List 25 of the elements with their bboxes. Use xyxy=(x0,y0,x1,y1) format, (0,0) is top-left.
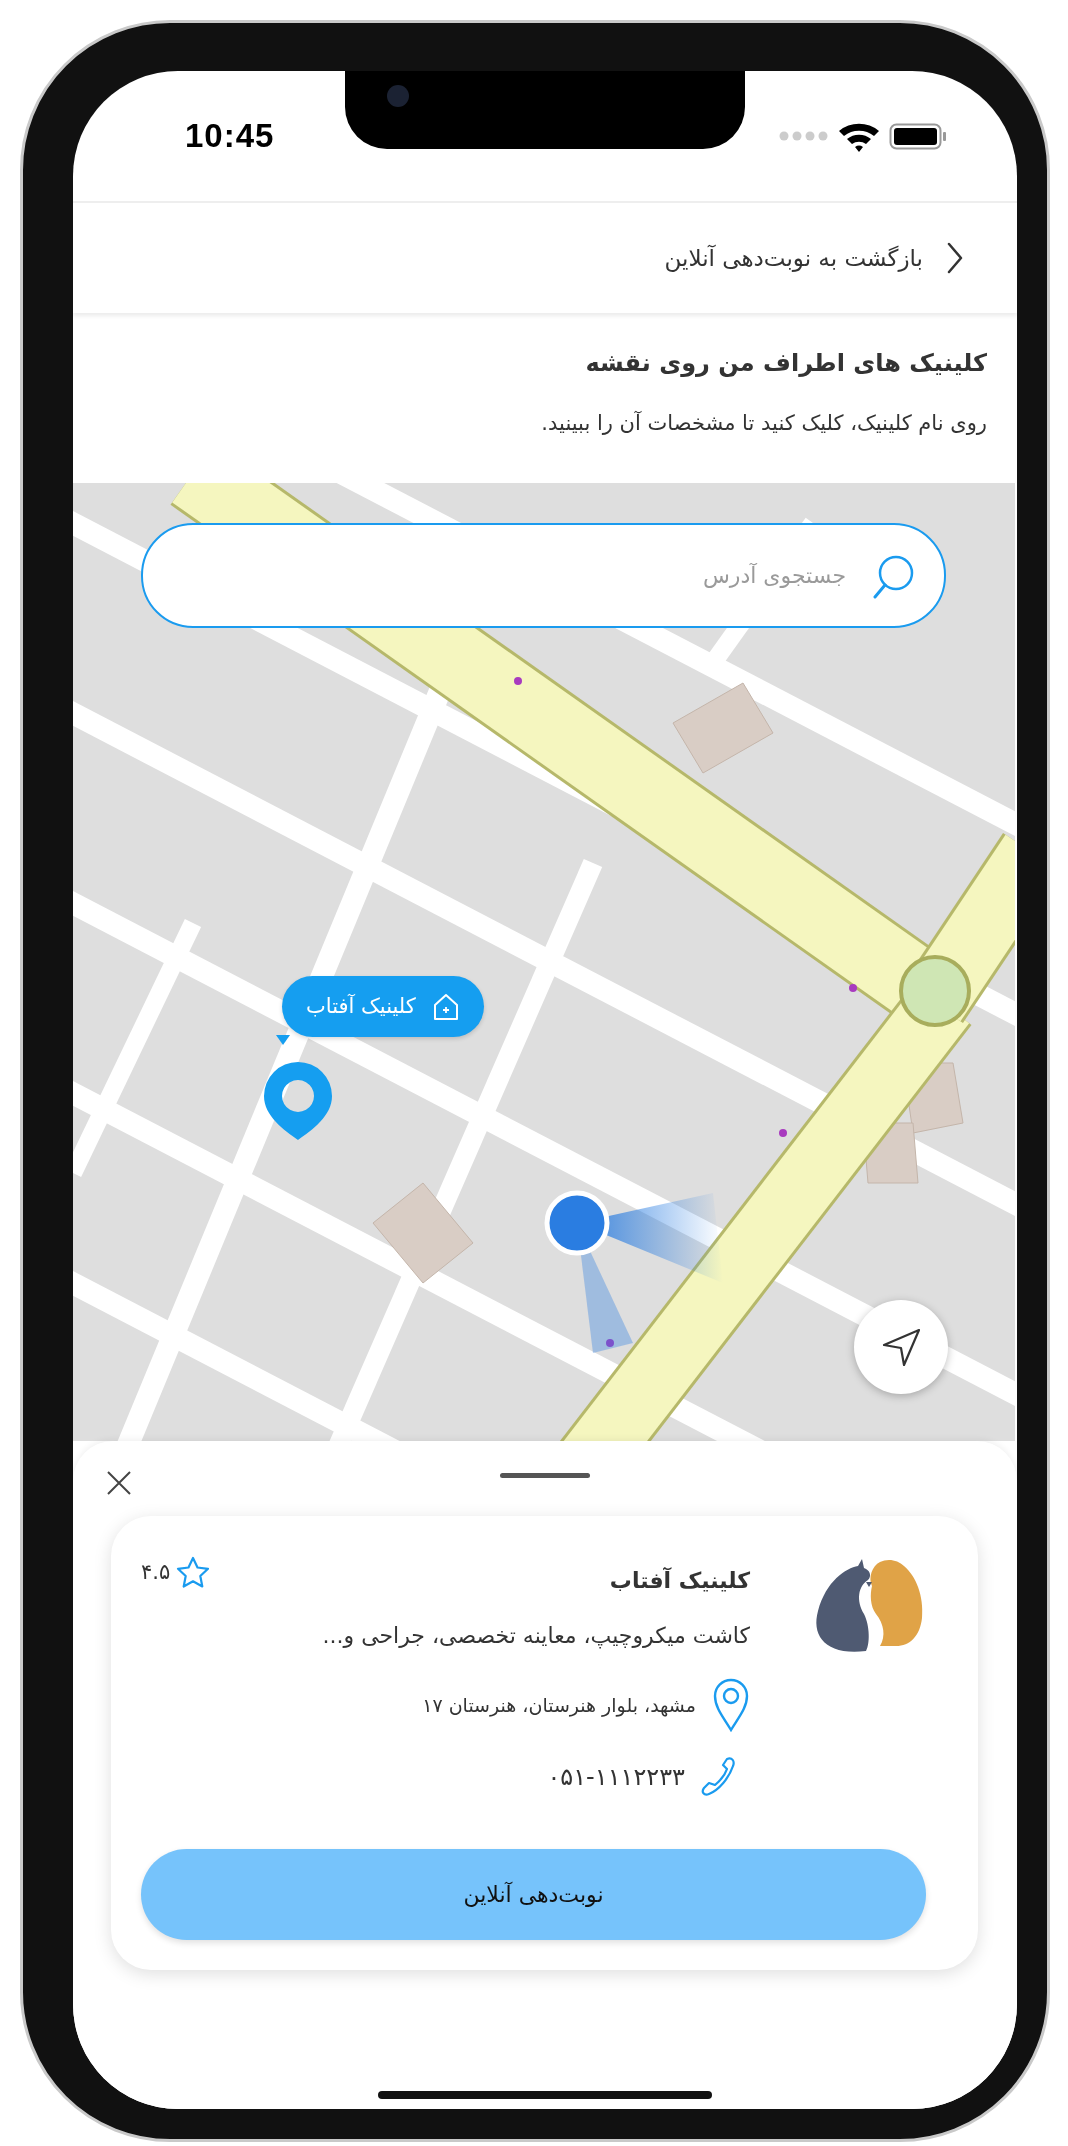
clinic-services: کاشت میکروچیپ، معاینه تخصصی، جراحی و... xyxy=(322,1622,750,1651)
clinic-name: کلینیک آفتاب xyxy=(608,1566,750,1595)
back-link[interactable]: بازگشت به نوبت‌دهی آنلاین xyxy=(664,240,923,276)
phone-icon xyxy=(701,1756,736,1797)
clinic-rating: ۴.۵ xyxy=(141,1558,171,1586)
navigation-arrow-icon xyxy=(880,1326,922,1368)
chevron-right-icon[interactable] xyxy=(947,242,963,274)
star-icon xyxy=(176,1556,211,1589)
page-title: کلینیک های اطراف من روی نقشه xyxy=(584,349,987,378)
camera-icon xyxy=(387,85,409,107)
house-icon xyxy=(431,992,460,1021)
map-pin-icon[interactable] xyxy=(262,1060,334,1142)
book-online-button[interactable]: نوبت‌دهی آنلاین xyxy=(141,1849,926,1940)
search-field[interactable]: جستجوی آدرس xyxy=(141,523,946,628)
page-subtitle: روی نام کلینیک، کلیک کنید تا مشخصات آن را ببینید. xyxy=(540,409,987,437)
marker-tail xyxy=(276,1035,290,1045)
clinic-phone[interactable]: ۰۵۱-۱۱۱۲۲۳۳ xyxy=(547,1758,685,1795)
battery-icon xyxy=(889,122,947,150)
search-icon xyxy=(872,553,916,599)
status-time: 10:45 xyxy=(185,116,275,157)
close-button[interactable] xyxy=(105,1469,133,1497)
drag-handle[interactable] xyxy=(500,1473,590,1478)
close-icon xyxy=(105,1469,133,1497)
location-pin-icon xyxy=(712,1678,750,1732)
clinic-address: مشهد، بلوار هنرستان، هنرستان ۱۷ xyxy=(422,1692,696,1719)
